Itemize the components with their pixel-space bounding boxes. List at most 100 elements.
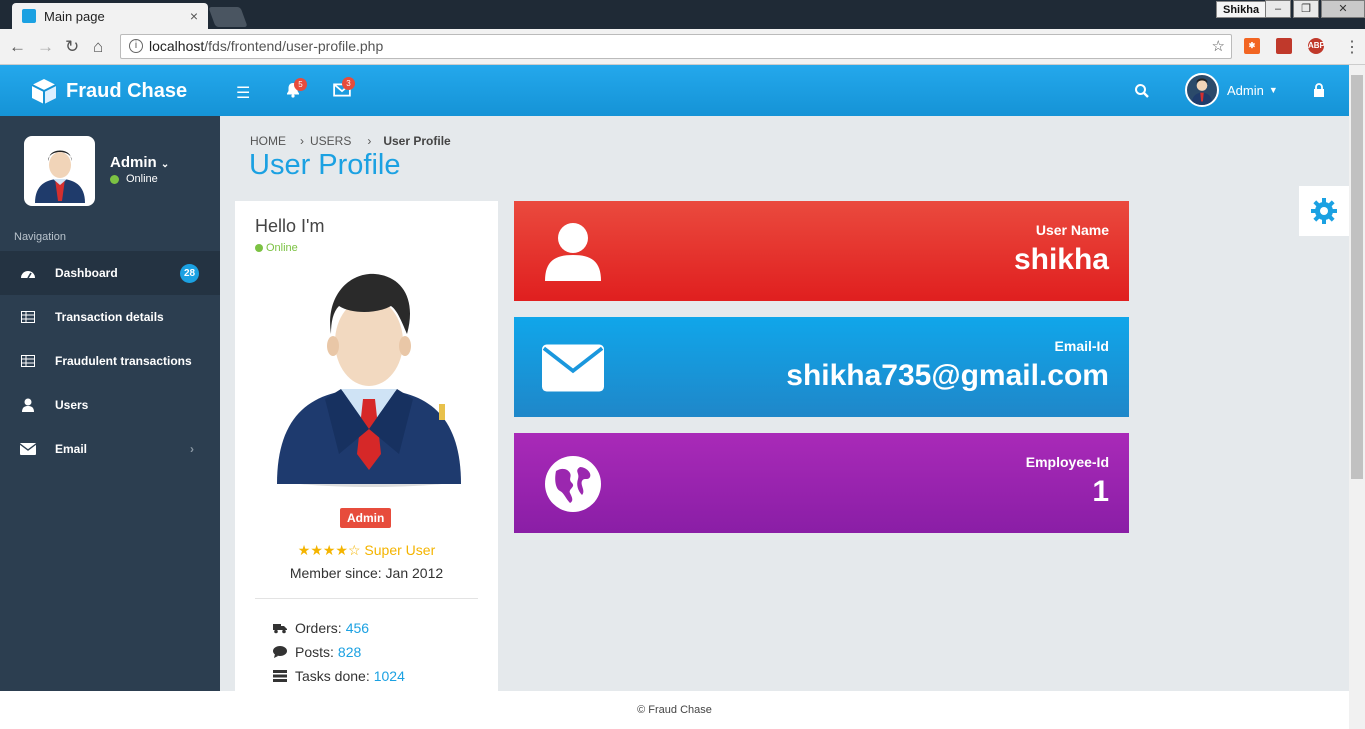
role-badge: Admin — [340, 508, 392, 528]
close-window-icon[interactable]: ✕ — [1321, 0, 1365, 18]
scrollbar-thumb[interactable] — [1351, 75, 1363, 479]
sidebar-item-label: Email — [55, 442, 88, 456]
stat-value[interactable]: 456 — [346, 620, 369, 636]
stat-value[interactable]: 1024 — [374, 668, 405, 684]
scrollbar[interactable] — [1349, 65, 1365, 729]
envelope-icon — [20, 442, 36, 456]
extension-adblock-icon[interactable]: ABP — [1308, 38, 1325, 54]
tab-title: Main page — [44, 8, 105, 24]
page-info-icon[interactable]: i — [129, 39, 143, 53]
chevron-down-icon: ⌄ — [160, 159, 170, 170]
email-value: shikha735@gmail.com — [786, 359, 1109, 392]
lock-icon[interactable] — [1312, 83, 1326, 97]
cube-icon — [31, 79, 57, 104]
profile-avatar — [277, 273, 461, 487]
sidebar-item-label: Dashboard — [55, 266, 118, 280]
sidebar-item-dashboard[interactable]: Dashboard 28 — [0, 251, 220, 295]
browser-profile-button[interactable]: Shikha — [1216, 1, 1267, 18]
tab-favicon-icon — [22, 9, 36, 23]
back-arrow-icon[interactable]: ← — [9, 37, 26, 57]
sidebar-item-transaction-details[interactable]: Transaction details — [0, 295, 220, 339]
extension-bookmark-icon[interactable] — [1276, 38, 1292, 54]
sidebar-item-label: Transaction details — [55, 310, 164, 324]
nav-section-label: Navigation — [14, 231, 66, 243]
status-text: Online — [126, 173, 158, 185]
breadcrumb-home[interactable]: HOME — [250, 134, 286, 148]
sidebar-user-label: Admin — [110, 154, 157, 171]
forward-arrow-icon[interactable]: → — [37, 37, 54, 57]
bookmark-star-icon[interactable]: ☆ — [1212, 35, 1225, 58]
browser-tab[interactable]: Main page × — [12, 3, 208, 29]
brand-logo[interactable]: Fraud Chase — [30, 77, 187, 105]
profile-status-text: Online — [266, 242, 298, 254]
footer: © Fraud Chase — [0, 691, 1349, 729]
employee-id-value: 1 — [1092, 475, 1109, 508]
stat-label: Tasks done: — [295, 668, 370, 684]
breadcrumb-separator: › — [367, 134, 372, 148]
username-label: User Name — [1035, 222, 1109, 238]
sidebar-user-name[interactable]: Admin ⌄ — [110, 154, 169, 171]
breadcrumb: HOME › USERS › User Profile — [250, 134, 451, 148]
stat-orders: Orders: 456 — [273, 620, 369, 636]
breadcrumb-current: User Profile — [383, 134, 451, 148]
globe-icon — [545, 456, 601, 512]
app-header: Fraud Chase ☰ 5 3 Admin ▼ — [0, 65, 1349, 116]
stat-tasks: Tasks done: 1024 — [273, 668, 405, 684]
reload-icon[interactable]: ↻ — [65, 37, 79, 57]
browser-tab-bar: Main page × Shikha – ❐ ✕ — [0, 0, 1365, 29]
caret-down-icon: ▼ — [1268, 85, 1278, 95]
employee-id-card: Employee-Id 1 — [514, 433, 1129, 533]
address-bar: ← → ↻ ⌂ i localhost/fds/frontend/user-pr… — [0, 29, 1365, 65]
stat-posts: Posts: 828 — [273, 644, 361, 660]
username-card: User Name shikha — [514, 201, 1129, 301]
search-icon[interactable] — [1134, 83, 1150, 99]
dashboard-icon — [20, 266, 36, 280]
url-host: localhost — [149, 38, 205, 54]
email-label: Email-Id — [1054, 338, 1109, 354]
browser-menu-icon[interactable]: ⋮ — [1344, 37, 1360, 57]
minimize-icon[interactable]: – — [1265, 0, 1291, 18]
url-input[interactable]: i localhost/fds/frontend/user-profile.ph… — [120, 34, 1232, 59]
profile-greeting: Hello I'm — [255, 216, 325, 236]
chevron-right-icon: › — [190, 442, 194, 456]
member-since: Member since: Jan 2012 — [289, 565, 444, 581]
extension-hubspot-icon[interactable]: ✱ — [1244, 38, 1260, 54]
stat-label: Posts: — [295, 644, 334, 660]
breadcrumb-users[interactable]: USERS — [310, 134, 351, 148]
sidebar-avatar — [24, 136, 95, 206]
breadcrumb-separator: › — [300, 134, 304, 148]
sidebar-item-fraudulent-transactions[interactable]: Fraudulent transactions — [0, 339, 220, 383]
stat-value[interactable]: 828 — [338, 644, 361, 660]
rating-stars: ★★★★☆ — [297, 542, 361, 558]
sidebar-item-users[interactable]: Users — [0, 383, 220, 427]
user-icon — [20, 398, 36, 412]
rating-label: Super User — [364, 542, 436, 558]
username-value: shikha — [1013, 243, 1109, 276]
window-controls: – ❐ ✕ — [1263, 0, 1365, 18]
notifications-badge: 5 — [294, 78, 307, 91]
user-icon — [545, 223, 601, 281]
restore-icon[interactable]: ❐ — [1293, 0, 1319, 18]
sidebar-item-label: Fraudulent transactions — [55, 354, 192, 368]
avatar — [1185, 73, 1219, 107]
brand-name: Fraud Chase — [66, 79, 188, 102]
url-path: /fds/frontend/user-profile.php — [204, 38, 384, 54]
user-menu[interactable]: Admin ▼ — [1185, 73, 1278, 107]
gear-icon — [1311, 198, 1337, 224]
tab-close-icon[interactable]: × — [190, 8, 198, 24]
tasks-icon — [273, 670, 287, 682]
stat-label: Orders: — [295, 620, 342, 636]
page-title: User Profile — [249, 149, 401, 181]
new-tab-button[interactable] — [208, 7, 248, 27]
settings-button[interactable] — [1299, 186, 1349, 236]
truck-icon — [273, 624, 287, 634]
menu-toggle-icon[interactable]: ☰ — [236, 83, 250, 103]
sidebar-item-email[interactable]: Email › — [0, 427, 220, 471]
divider — [255, 598, 478, 599]
employee-id-label: Employee-Id — [1025, 454, 1109, 470]
online-dot-icon — [255, 244, 263, 252]
comment-icon — [273, 646, 287, 658]
email-card: Email-Id shikha735@gmail.com — [514, 317, 1129, 417]
table-icon — [20, 354, 36, 368]
home-icon[interactable]: ⌂ — [93, 37, 103, 57]
